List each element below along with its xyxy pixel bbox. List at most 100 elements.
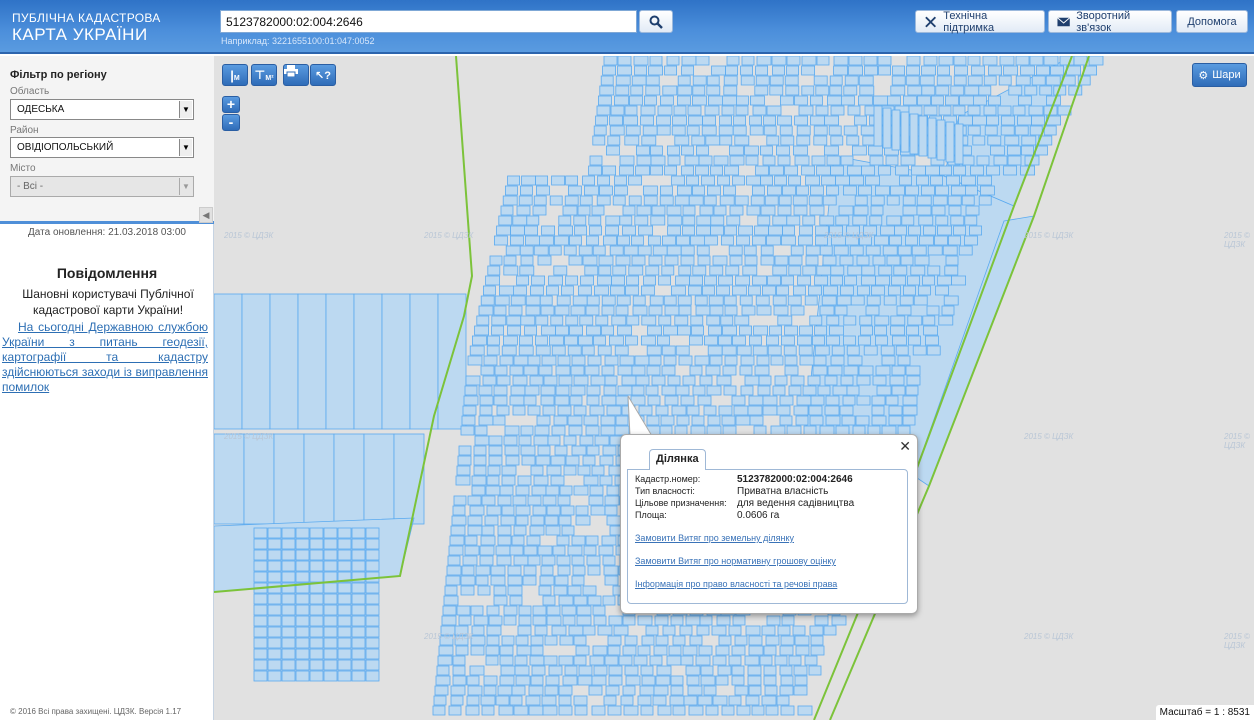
parcel[interactable] xyxy=(267,560,282,572)
parcel[interactable] xyxy=(482,375,497,386)
parcel[interactable] xyxy=(573,375,589,386)
parcel[interactable] xyxy=(735,415,751,426)
parcel[interactable] xyxy=(460,425,475,436)
parcel[interactable] xyxy=(531,485,547,496)
parcel[interactable] xyxy=(801,56,817,66)
parcel[interactable] xyxy=(510,385,526,396)
parcel[interactable] xyxy=(529,525,545,536)
parcel[interactable] xyxy=(553,415,568,426)
parcel[interactable] xyxy=(697,695,713,706)
parcel[interactable] xyxy=(748,285,761,296)
parcel[interactable] xyxy=(905,385,919,396)
parcel[interactable] xyxy=(925,165,940,176)
parcel[interactable] xyxy=(672,115,688,126)
parcel[interactable] xyxy=(766,615,781,626)
parcel[interactable] xyxy=(485,485,501,496)
parcel[interactable] xyxy=(253,560,268,572)
parcel[interactable] xyxy=(916,195,932,206)
parcel[interactable] xyxy=(562,205,578,216)
parcel[interactable] xyxy=(615,255,631,266)
parcel[interactable] xyxy=(810,95,823,106)
parcel[interactable] xyxy=(872,375,887,386)
parcel[interactable] xyxy=(619,155,635,166)
parcel[interactable] xyxy=(636,205,652,216)
parcel[interactable] xyxy=(874,235,889,246)
parcel[interactable] xyxy=(615,305,629,316)
district-select[interactable]: ОВІДІОПОЛЬСЬКИЙ ▼ xyxy=(10,137,194,158)
parcel[interactable] xyxy=(596,195,611,206)
parcel[interactable] xyxy=(558,655,574,666)
parcel[interactable] xyxy=(613,625,629,636)
parcel[interactable] xyxy=(937,65,950,76)
parcel[interactable] xyxy=(495,545,511,556)
parcel[interactable] xyxy=(538,585,552,596)
parcel[interactable] xyxy=(661,235,676,246)
parcel[interactable] xyxy=(710,165,724,176)
parcel[interactable] xyxy=(253,637,268,649)
parcel[interactable] xyxy=(538,365,553,376)
parcel[interactable] xyxy=(911,245,927,256)
parcel[interactable] xyxy=(763,675,777,686)
parcel[interactable] xyxy=(603,695,617,706)
parcel[interactable] xyxy=(655,405,669,416)
parcel[interactable] xyxy=(531,665,546,676)
parcel[interactable] xyxy=(507,585,523,596)
parcel[interactable] xyxy=(607,705,622,716)
parcel[interactable] xyxy=(672,635,686,646)
parcel[interactable] xyxy=(993,155,1008,166)
parcel[interactable] xyxy=(558,225,574,236)
parcel[interactable] xyxy=(661,365,676,376)
parcel[interactable] xyxy=(571,445,587,456)
parcel[interactable] xyxy=(774,655,788,666)
parcel[interactable] xyxy=(722,325,738,336)
parcel[interactable] xyxy=(881,355,896,366)
parcel[interactable] xyxy=(438,645,454,656)
parcel[interactable] xyxy=(506,315,522,326)
parcel[interactable] xyxy=(526,535,541,546)
parcel[interactable] xyxy=(587,565,601,576)
parcel[interactable] xyxy=(597,275,613,286)
parcel[interactable] xyxy=(323,670,338,682)
parcel[interactable] xyxy=(493,385,508,396)
parcel[interactable] xyxy=(852,215,868,226)
parcel[interactable] xyxy=(895,345,909,356)
parcel[interactable] xyxy=(922,275,935,286)
parcel[interactable] xyxy=(295,560,310,572)
parcel[interactable] xyxy=(563,245,577,256)
parcel[interactable] xyxy=(661,385,677,396)
parcel[interactable] xyxy=(825,395,840,406)
parcel[interactable] xyxy=(676,95,691,106)
parcel[interactable] xyxy=(907,315,923,326)
parcel[interactable] xyxy=(483,675,498,686)
parcel[interactable] xyxy=(593,615,607,626)
parcel[interactable] xyxy=(518,435,532,446)
parcel[interactable] xyxy=(747,405,763,416)
parcel[interactable] xyxy=(792,625,806,636)
parcel[interactable] xyxy=(741,56,755,66)
parcel[interactable] xyxy=(716,375,732,386)
parcel[interactable] xyxy=(1088,56,1104,66)
parcel[interactable] xyxy=(605,145,620,156)
parcel[interactable] xyxy=(628,95,643,106)
parcel[interactable] xyxy=(809,625,824,636)
parcel[interactable] xyxy=(253,571,268,583)
parcel[interactable] xyxy=(588,685,603,696)
parcel[interactable] xyxy=(724,165,740,176)
parcel[interactable] xyxy=(590,375,606,386)
parcel[interactable] xyxy=(471,335,487,346)
parcel[interactable] xyxy=(656,125,671,136)
parcel[interactable] xyxy=(624,105,638,116)
parcel[interactable] xyxy=(563,435,577,446)
parcel[interactable] xyxy=(632,305,648,316)
parcel[interactable] xyxy=(785,85,800,96)
parcel[interactable] xyxy=(871,285,885,296)
parcel[interactable] xyxy=(909,113,919,155)
parcel[interactable] xyxy=(496,555,512,566)
parcel[interactable] xyxy=(761,695,777,706)
parcel[interactable] xyxy=(796,395,812,406)
parcel[interactable] xyxy=(515,505,531,516)
parcel[interactable] xyxy=(498,215,513,226)
parcel[interactable] xyxy=(498,705,514,716)
parcel[interactable] xyxy=(695,305,711,316)
parcel[interactable] xyxy=(474,435,490,446)
